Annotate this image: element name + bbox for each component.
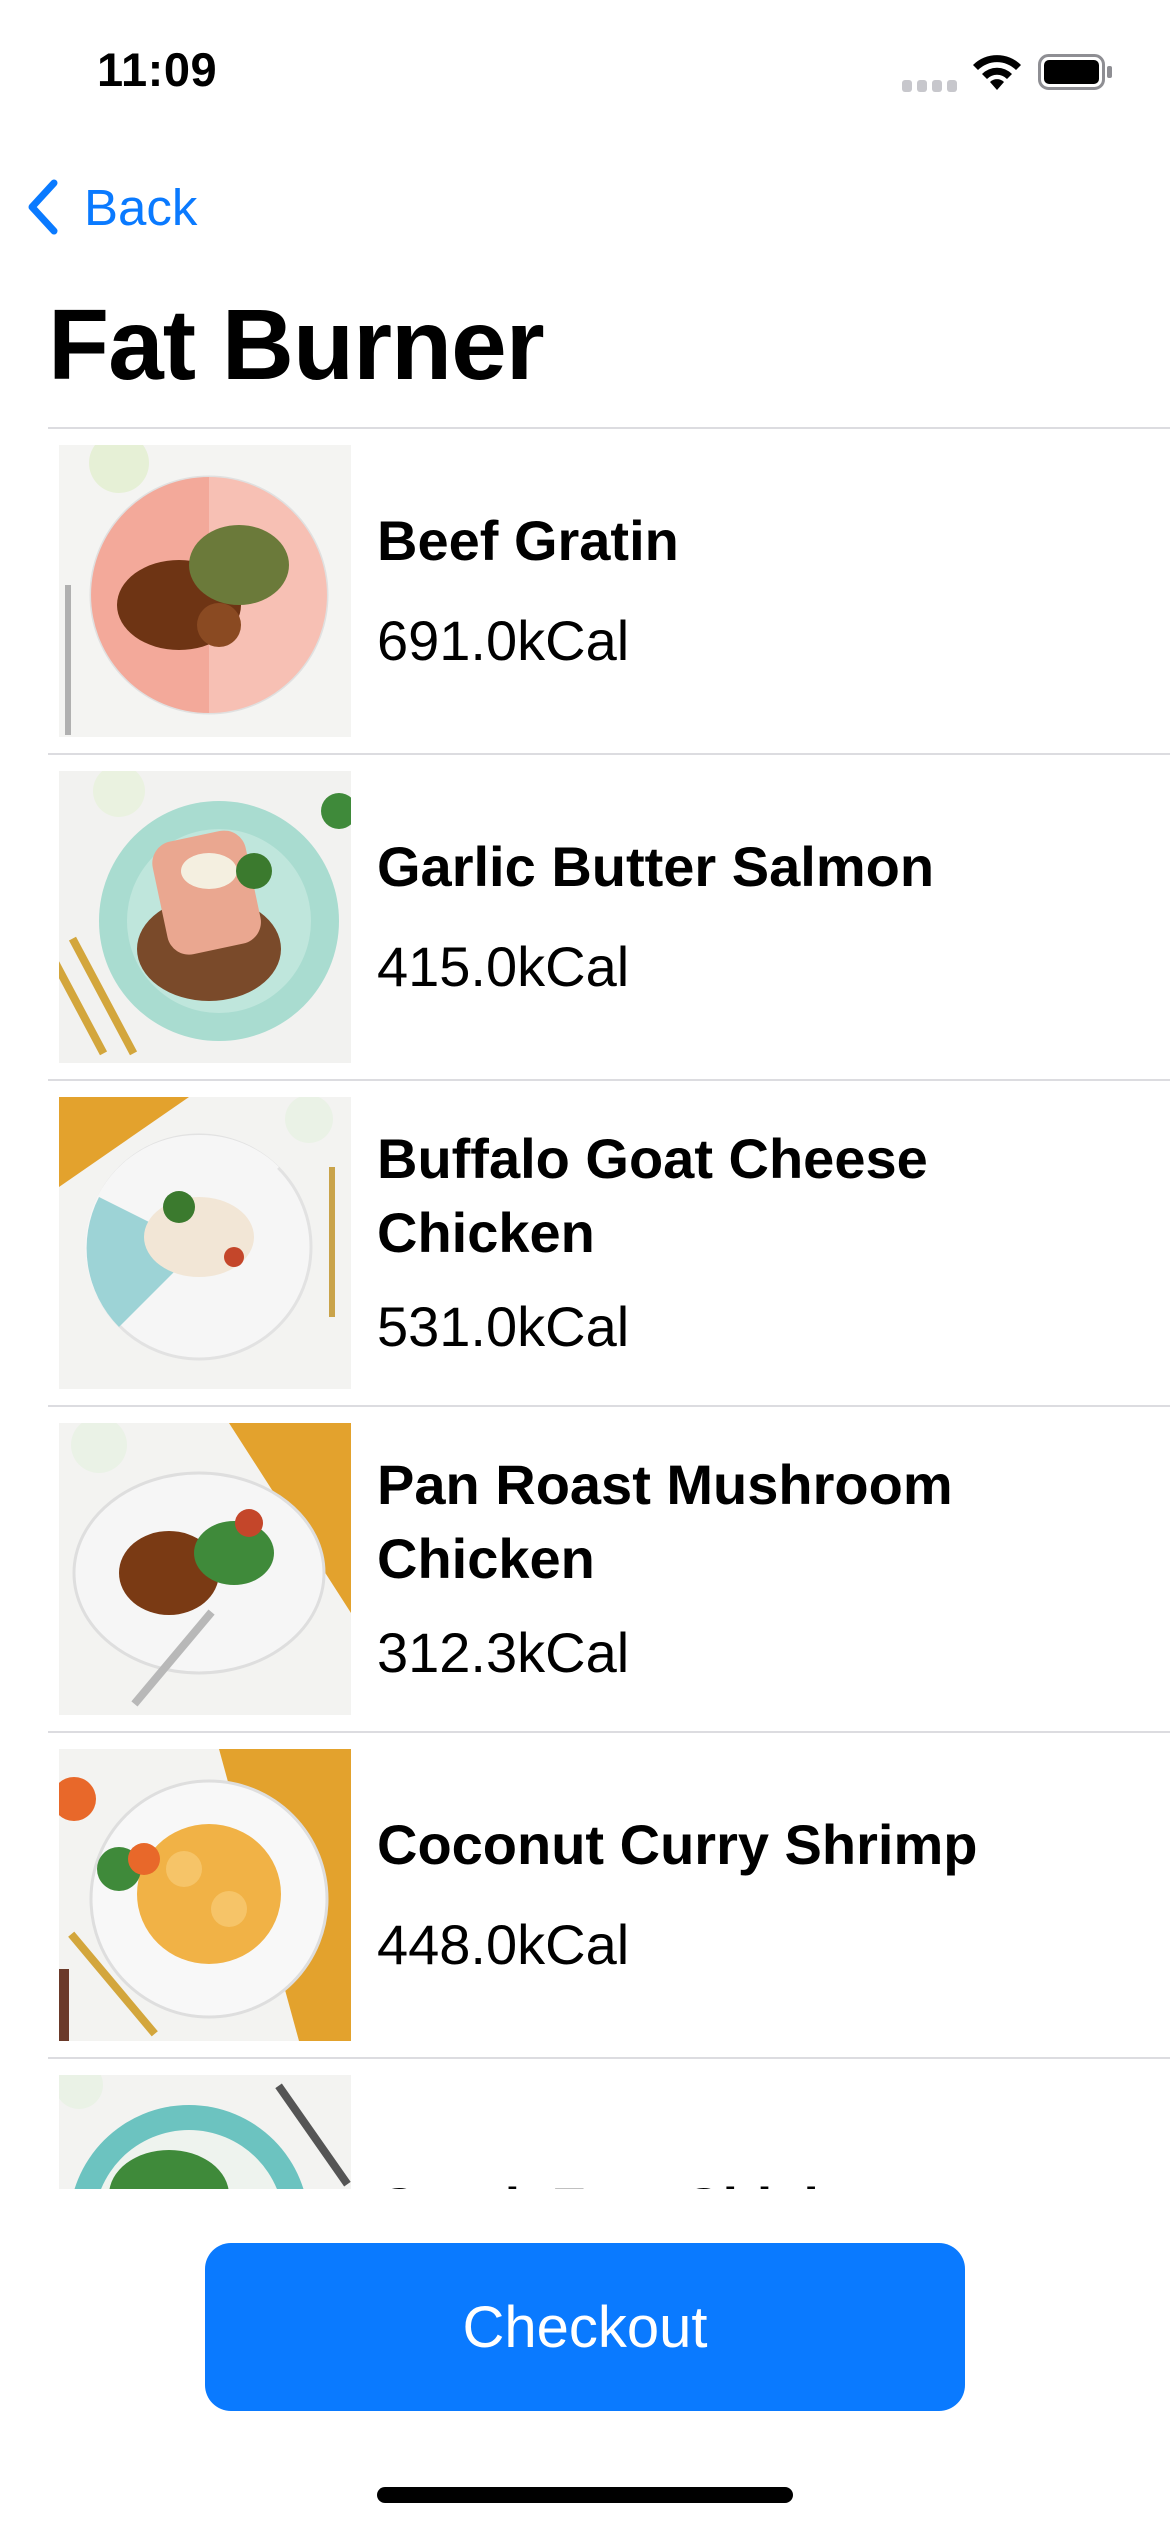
beef-gratin-photo <box>59 445 351 737</box>
cellular-signal-icon <box>902 80 957 92</box>
meal-calories: 691.0kCal <box>377 609 630 672</box>
chevron-left-icon <box>28 179 58 235</box>
meal-row-greek-feta-chicken[interactable]: Greek Feta Chicken <box>48 2059 1170 2189</box>
battery-icon <box>1038 54 1112 90</box>
meal-calories: 448.0kCal <box>377 1913 630 1976</box>
meal-text: Garlic Butter Salmon 415.0kCal <box>377 755 1137 1079</box>
pan-roast-mushroom-chicken-photo <box>59 1423 351 1715</box>
meal-list[interactable]: Beef Gratin 691.0kCal Garlic Butter Salm… <box>48 427 1170 2189</box>
meal-text: Greek Feta Chicken <box>377 2059 1137 2189</box>
status-time: 11:09 <box>97 43 218 96</box>
meal-row-garlic-butter-salmon[interactable]: Garlic Butter Salmon 415.0kCal <box>48 755 1170 1081</box>
wifi-icon <box>973 55 1021 90</box>
meal-name: Coconut Curry Shrimp <box>377 1813 978 1876</box>
meal-calories: 312.3kCal <box>377 1621 630 1684</box>
meal-text: Coconut Curry Shrimp 448.0kCal <box>377 1733 1137 2057</box>
meal-text: Buffalo Goat Cheese Chicken 531.0kCal <box>377 1081 1137 1405</box>
greek-feta-chicken-photo <box>59 2075 351 2189</box>
garlic-butter-salmon-photo <box>59 771 351 1063</box>
status-bar: 11:09 <box>0 0 1170 150</box>
meal-calories: 415.0kCal <box>377 935 630 998</box>
meal-name: Garlic Butter Salmon <box>377 835 935 898</box>
meal-row-buffalo-goat-cheese-chicken[interactable]: Buffalo Goat Cheese Chicken 531.0kCal <box>48 1081 1170 1407</box>
meal-name: Buffalo Goat Cheese Chicken <box>377 1127 928 1264</box>
back-label: Back <box>84 178 198 236</box>
meal-text: Beef Gratin 691.0kCal <box>377 429 1137 753</box>
meal-name: Beef Gratin <box>377 509 679 572</box>
buffalo-goat-cheese-chicken-photo <box>59 1097 351 1389</box>
back-button[interactable]: Back <box>24 172 197 242</box>
coconut-curry-shrimp-photo <box>59 1749 351 2041</box>
page-title: Fat Burner <box>48 289 545 401</box>
meal-calories: 531.0kCal <box>377 1295 630 1358</box>
meal-name: Greek Feta Chicken <box>377 2171 1137 2189</box>
home-indicator[interactable] <box>377 2487 793 2503</box>
checkout-button[interactable]: Checkout <box>205 2243 965 2411</box>
meal-row-beef-gratin[interactable]: Beef Gratin 691.0kCal <box>48 429 1170 755</box>
meal-row-pan-roast-mushroom-chicken[interactable]: Pan Roast Mushroom Chicken 312.3kCal <box>48 1407 1170 1733</box>
screen: 11:09 Back Fat Burner Beef Gratin 691.0k… <box>0 0 1170 2532</box>
meal-row-coconut-curry-shrimp[interactable]: Coconut Curry Shrimp 448.0kCal <box>48 1733 1170 2059</box>
meal-name: Pan Roast Mushroom Chicken <box>377 1453 953 1590</box>
meal-text: Pan Roast Mushroom Chicken 312.3kCal <box>377 1407 1137 1731</box>
